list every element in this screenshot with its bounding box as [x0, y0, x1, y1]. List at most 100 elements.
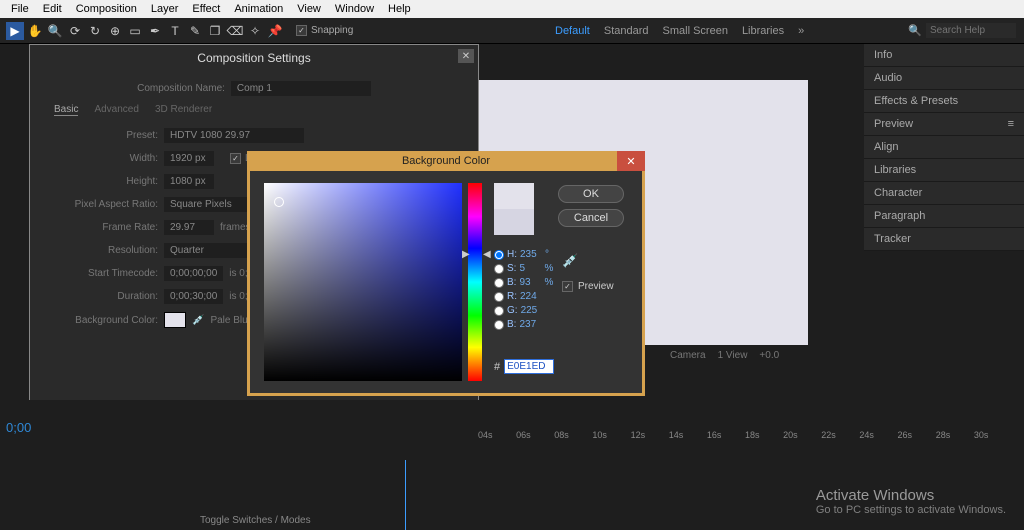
eyedropper-icon[interactable]: 💉 [192, 315, 204, 326]
viewer-exposure[interactable]: +0.0 [759, 350, 779, 361]
panel-preview[interactable]: Preview≡ [864, 113, 1024, 136]
tab-3d-renderer[interactable]: 3D Renderer [155, 104, 212, 116]
workspace-libraries[interactable]: Libraries [742, 25, 784, 37]
dur-label: Duration: [48, 291, 158, 302]
s-value[interactable]: 5 [519, 263, 541, 274]
panel-effects-presets[interactable]: Effects & Presets [864, 90, 1024, 113]
pen-tool-icon[interactable]: ✒ [146, 22, 164, 40]
tab-basic[interactable]: Basic [54, 104, 78, 116]
color-cancel-button[interactable]: Cancel [558, 209, 624, 227]
res-label: Resolution: [48, 245, 158, 256]
color-preview-checkbox[interactable]: ✓Preview [562, 281, 614, 292]
eyedropper-tool-icon[interactable]: 💉 [562, 253, 578, 269]
workspace-more-icon[interactable]: » [798, 25, 804, 37]
panel-menu-icon[interactable]: ≡ [1008, 118, 1014, 130]
h-value[interactable]: 235 [520, 249, 542, 260]
workspace-switcher: Default Standard Small Screen Libraries … [555, 25, 804, 37]
roto-tool-icon[interactable]: ✧ [246, 22, 264, 40]
b-radio[interactable] [494, 278, 504, 288]
menu-effect[interactable]: Effect [185, 3, 227, 15]
menu-animation[interactable]: Animation [227, 3, 290, 15]
help-search: 🔍 [908, 23, 1016, 38]
panel-audio[interactable]: Audio [864, 67, 1024, 90]
current-timecode[interactable]: 0;00 [6, 420, 31, 435]
menu-layer[interactable]: Layer [144, 3, 186, 15]
workspace-default[interactable]: Default [555, 25, 590, 37]
start-input[interactable]: 0;00;00;00 [164, 266, 223, 281]
viewer-camera[interactable]: Camera [670, 350, 706, 361]
h-radio[interactable] [494, 250, 504, 260]
s-radio[interactable] [494, 264, 504, 274]
color-ok-button[interactable]: OK [558, 185, 624, 203]
preset-select[interactable]: HDTV 1080 29.97 [164, 128, 304, 143]
bb-radio[interactable] [494, 320, 504, 330]
right-panel-stack: Info Audio Effects & Presets Preview≡ Al… [864, 44, 1024, 251]
menu-help[interactable]: Help [381, 3, 418, 15]
workspace-standard[interactable]: Standard [604, 25, 649, 37]
menu-edit[interactable]: Edit [36, 3, 69, 15]
panel-tracker[interactable]: Tracker [864, 228, 1024, 251]
playhead[interactable] [405, 460, 406, 530]
width-label: Width: [48, 153, 158, 164]
panel-character[interactable]: Character [864, 182, 1024, 205]
sv-cursor-icon [274, 197, 284, 207]
rect-tool-icon[interactable]: ▭ [126, 22, 144, 40]
panel-align[interactable]: Align [864, 136, 1024, 159]
viewer-footer: Camera 1 View +0.0 [670, 350, 779, 361]
time-ruler[interactable]: 04s06s08s10s12s14s16s18s20s22s24s26s28s3… [478, 430, 1012, 444]
g-value[interactable]: 225 [521, 305, 543, 316]
tab-advanced[interactable]: Advanced [94, 104, 138, 116]
toolbar: ▶ ✋ 🔍 ⟳ ↻ ⊕ ▭ ✒ T ✎ ❐ ⌫ ✧ 📌 ✓Snapping De… [0, 18, 1024, 44]
menu-view[interactable]: View [290, 3, 328, 15]
g-radio[interactable] [494, 306, 504, 316]
comp-name-label: Composition Name: [137, 83, 225, 94]
bg-color-swatch[interactable] [164, 312, 186, 328]
bb-value[interactable]: 237 [519, 319, 541, 330]
old-color-swatch[interactable] [494, 209, 534, 235]
dur-input[interactable]: 0;00;30;00 [164, 289, 223, 304]
bv-value[interactable]: 93 [519, 277, 541, 288]
search-input[interactable] [926, 23, 1016, 38]
menu-bar: File Edit Composition Layer Effect Anima… [0, 0, 1024, 18]
windows-watermark: Activate Windows Go to PC settings to ac… [816, 487, 1006, 516]
color-preview-swatches [494, 183, 534, 235]
viewer-views[interactable]: 1 View [718, 350, 748, 361]
panel-libraries[interactable]: Libraries [864, 159, 1024, 182]
orbit-tool-icon[interactable]: ⟳ [66, 22, 84, 40]
comp-tabs: Basic Advanced 3D Renderer [48, 104, 460, 116]
toggle-switches-button[interactable]: Toggle Switches / Modes [200, 515, 311, 526]
hand-tool-icon[interactable]: ✋ [26, 22, 44, 40]
anchor-tool-icon[interactable]: ⊕ [106, 22, 124, 40]
comp-name-input[interactable]: Comp 1 [231, 81, 371, 96]
close-button[interactable]: ✕ [458, 49, 474, 63]
dialog-title: Composition Settings ✕ [30, 45, 478, 71]
zoom-tool-icon[interactable]: 🔍 [46, 22, 64, 40]
par-label: Pixel Aspect Ratio: [48, 199, 158, 210]
width-input[interactable]: 1920 px [164, 151, 214, 166]
hex-input[interactable] [504, 359, 554, 374]
r-value[interactable]: 224 [520, 291, 542, 302]
rotate-tool-icon[interactable]: ↻ [86, 22, 104, 40]
puppet-tool-icon[interactable]: 📌 [266, 22, 284, 40]
menu-composition[interactable]: Composition [69, 3, 144, 15]
menu-file[interactable]: File [4, 3, 36, 15]
color-picker-close-button[interactable]: ✕ [617, 151, 645, 171]
workspace-small-screen[interactable]: Small Screen [663, 25, 728, 37]
fps-input[interactable]: 29.97 [164, 220, 214, 235]
clone-tool-icon[interactable]: ❐ [206, 22, 224, 40]
panel-info[interactable]: Info [864, 44, 1024, 67]
color-picker-title: Background Color ✕ [247, 151, 645, 171]
height-input[interactable]: 1080 px [164, 174, 214, 189]
eraser-tool-icon[interactable]: ⌫ [226, 22, 244, 40]
timeline-panel: 0;00 04s06s08s10s12s14s16s18s20s22s24s26… [0, 400, 1024, 530]
snapping-toggle[interactable]: ✓Snapping [296, 25, 353, 36]
type-tool-icon[interactable]: T [166, 22, 184, 40]
panel-paragraph[interactable]: Paragraph [864, 205, 1024, 228]
brush-tool-icon[interactable]: ✎ [186, 22, 204, 40]
selection-tool-icon[interactable]: ▶ [6, 22, 24, 40]
menu-window[interactable]: Window [328, 3, 381, 15]
hue-slider[interactable] [468, 183, 482, 381]
r-radio[interactable] [494, 292, 504, 302]
preset-label: Preset: [48, 130, 158, 141]
saturation-value-field[interactable] [264, 183, 462, 381]
